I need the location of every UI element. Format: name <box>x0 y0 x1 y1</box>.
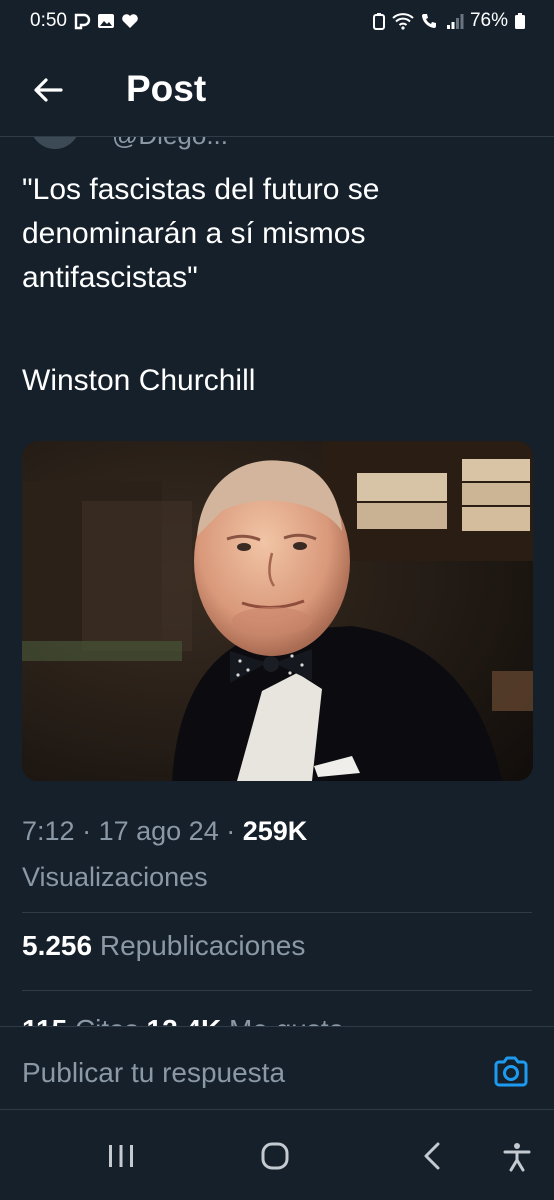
status-right: 76% <box>372 10 526 32</box>
post-date: 17 ago 24 <box>98 816 219 846</box>
post-text: "Los fascistas del futuro se denominarán… <box>22 173 380 294</box>
reposts-label: Republicaciones <box>99 930 306 961</box>
quotes-label: Citas <box>75 1014 139 1026</box>
likes-count: 12,4K <box>147 1014 222 1026</box>
wifi-calling-icon <box>420 12 440 30</box>
arrow-left-icon <box>34 78 63 102</box>
meta-separator: · <box>82 816 92 846</box>
accessibility-icon <box>503 1143 531 1172</box>
status-bar: 0:50 76% <box>0 0 554 44</box>
system-nav-bar <box>0 1110 554 1200</box>
page-title: Post <box>126 68 207 109</box>
battery-saver-icon <box>372 12 386 30</box>
back-nav-button[interactable] <box>418 1142 448 1175</box>
quotes-likes-stats[interactable]: 115 Citas 12,4K Me gusta <box>0 1008 554 1026</box>
battery-icon <box>514 12 526 30</box>
battery-percent: 76% <box>469 10 508 31</box>
back-button[interactable] <box>30 72 66 108</box>
home-icon <box>261 1142 289 1170</box>
post-image[interactable] <box>22 441 533 781</box>
chevron-left-icon <box>424 1142 440 1170</box>
home-button[interactable] <box>260 1142 290 1175</box>
status-left: 0:50 <box>30 10 139 32</box>
reposts-count: 5.256 <box>22 930 93 961</box>
post-meta: 7:12 · 17 ago 24 · 259K Visualizaciones <box>22 808 532 900</box>
recent-apps-button[interactable] <box>106 1142 136 1175</box>
post-time: 7:12 <box>22 816 75 846</box>
views-label: Visualizaciones <box>22 862 208 892</box>
reposts-stat[interactable]: 5.256 Republicaciones <box>22 930 305 962</box>
camera-button[interactable] <box>492 1054 530 1090</box>
likes-label: Me gusta <box>229 1014 344 1026</box>
author-row: @Diego... <box>0 137 554 151</box>
top-app-bar: Post <box>0 44 554 137</box>
signal-icon <box>446 12 464 30</box>
divider <box>22 990 532 991</box>
author-handle[interactable]: @Diego... <box>112 137 228 151</box>
recents-icon <box>109 1145 133 1167</box>
notification-app-icon <box>73 12 91 30</box>
gallery-icon <box>97 12 115 30</box>
portrait-image <box>22 441 533 781</box>
reply-input[interactable]: Publicar tu respuesta <box>22 1057 285 1089</box>
post-attribution: Winston Churchill <box>22 364 256 397</box>
reply-bar: Publicar tu respuesta <box>0 1026 554 1110</box>
camera-icon <box>494 1056 528 1087</box>
quotes-count: 115 <box>22 1014 67 1026</box>
status-time: 0:50 <box>30 10 67 31</box>
avatar[interactable] <box>30 137 80 149</box>
divider <box>22 912 532 913</box>
accessibility-button[interactable] <box>502 1142 532 1177</box>
views-count: 259K <box>242 816 308 846</box>
heart-icon <box>121 12 139 30</box>
wifi-icon <box>392 12 414 30</box>
meta-separator: · <box>226 816 236 846</box>
